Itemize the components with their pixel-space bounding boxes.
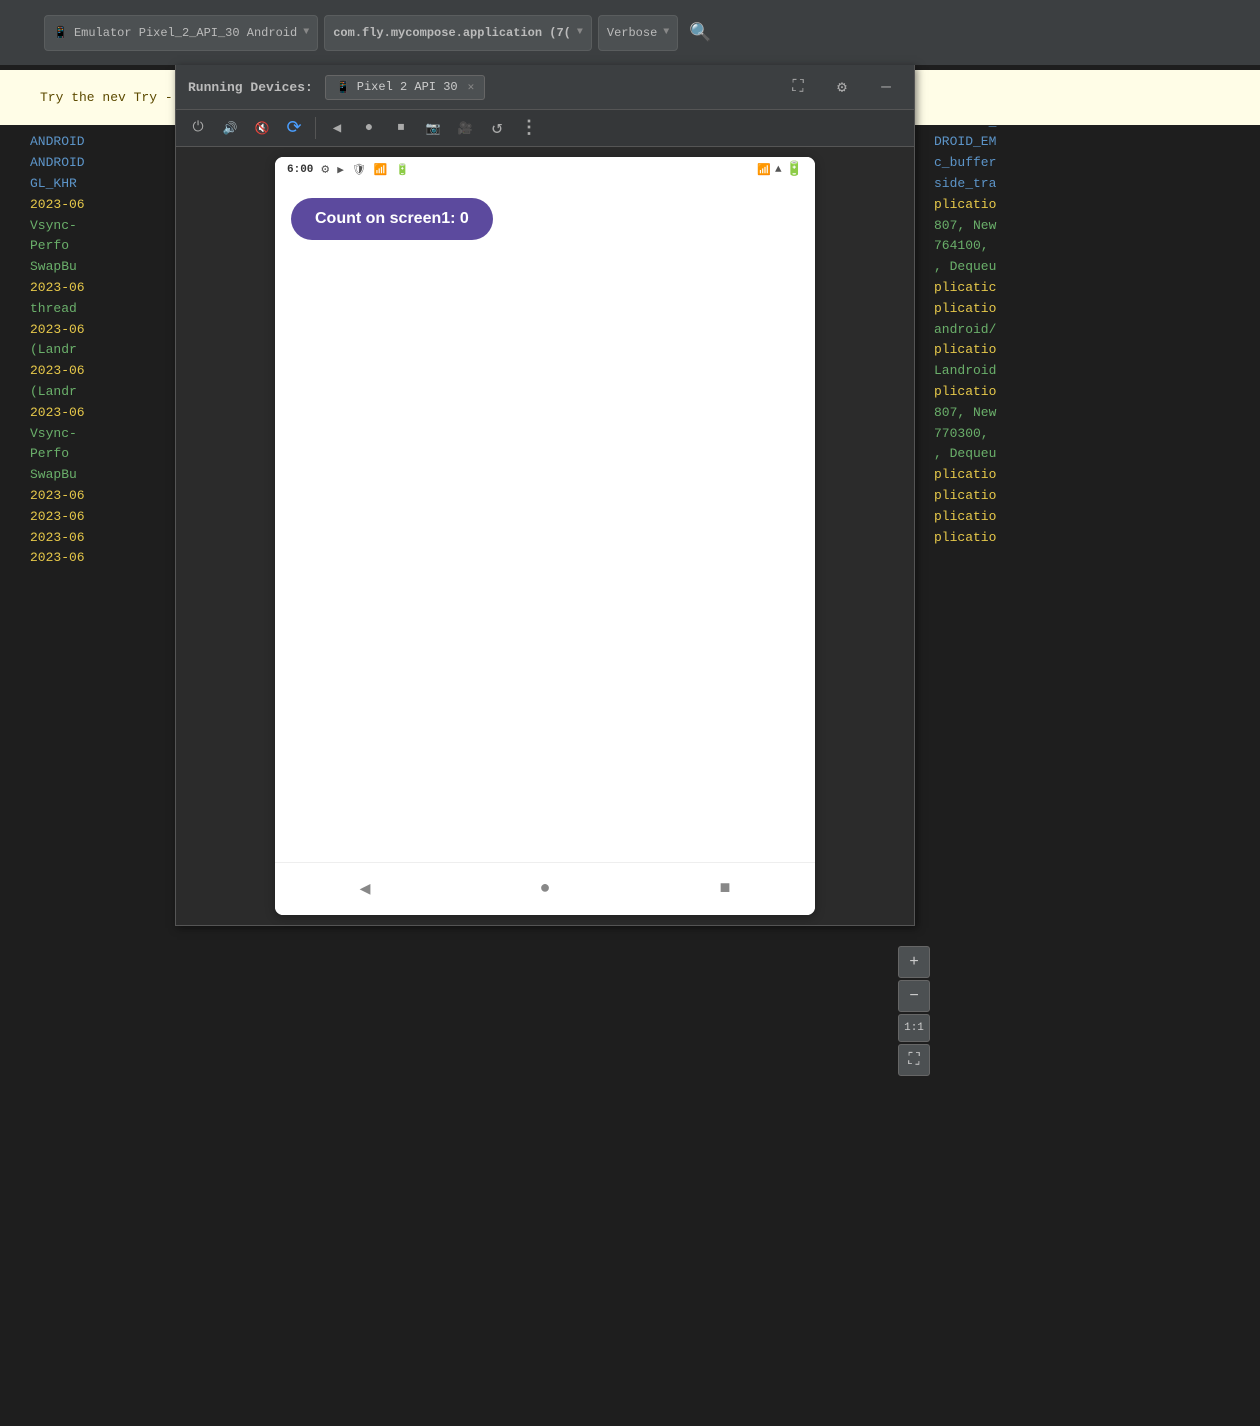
log-line: plicatio xyxy=(934,486,1260,507)
phone-settings-icon: ⚙ xyxy=(321,162,329,177)
log-line: ANDROID xyxy=(30,153,175,174)
log-line: 807, New xyxy=(934,216,1260,237)
running-devices-header: Running Devices: 📱 Pixel 2 API 30 ✕ ⛶ ⚙ … xyxy=(176,65,914,110)
record-btn[interactable]: 🎥 xyxy=(451,114,479,142)
log-background: 📱 Emulator Pixel_2_API_30 Android ▼ com.… xyxy=(0,0,1260,1426)
log-line: 2023-06 xyxy=(30,486,175,507)
log-line: plicatio xyxy=(934,528,1260,549)
power-btn[interactable]: ⏻ xyxy=(184,114,212,142)
log-line: Vsync- xyxy=(30,216,175,237)
log-line: plicatio xyxy=(934,382,1260,403)
log-line: (Landr xyxy=(30,340,175,361)
log-line: 2023-06 xyxy=(30,278,175,299)
device-dropdown[interactable]: 📱 Emulator Pixel_2_API_30 Android ▼ xyxy=(44,15,318,51)
log-line: 2023-06 xyxy=(30,548,175,569)
phone-time: 6:00 xyxy=(287,164,313,176)
fit-screen-btn[interactable]: ⛶ xyxy=(898,1044,930,1076)
log-line: SwapBu xyxy=(30,465,175,486)
top-toolbar: 📱 Emulator Pixel_2_API_30 Android ▼ com.… xyxy=(0,0,1260,65)
log-line: Vsync- xyxy=(30,424,175,445)
home-btn[interactable]: ● xyxy=(355,114,383,142)
running-devices-title: Running Devices: xyxy=(188,80,313,95)
log-line: 770300, xyxy=(934,424,1260,445)
log-line: , Dequeu xyxy=(934,444,1260,465)
expand-button[interactable]: ⛶ xyxy=(782,71,814,103)
log-line: Perfo xyxy=(30,444,175,465)
phone-content: Count on screen1: 0 xyxy=(275,182,815,862)
app-id-arrow: ▼ xyxy=(577,27,583,38)
log-line: Landroid xyxy=(934,361,1260,382)
count-button[interactable]: Count on screen1: 0 xyxy=(291,198,493,240)
zoom-controls: + − 1:1 ⛶ xyxy=(898,946,930,1076)
log-line: Perfo xyxy=(30,236,175,257)
log-line: 2023-06 xyxy=(30,195,175,216)
phone-status-bar: 6:00 ⚙ ▶ 🛡 📶 🔋 📶 ▲ 🔋 xyxy=(275,157,815,182)
app-id-dropdown[interactable]: com.fly.mycompose.application (7( ▼ xyxy=(324,15,592,51)
toolbar-sep-1 xyxy=(315,117,316,139)
search-button[interactable]: 🔍 xyxy=(684,17,716,49)
phone-bars-icon: ▲ xyxy=(775,164,782,176)
volume-up-btn[interactable]: 🔊 xyxy=(216,114,244,142)
log-line: plicatio xyxy=(934,507,1260,528)
log-line: thread xyxy=(30,299,175,320)
gear-button[interactable]: ⚙ xyxy=(826,71,858,103)
log-line: side_tra xyxy=(934,174,1260,195)
running-devices-panel: Running Devices: 📱 Pixel 2 API 30 ✕ ⛶ ⚙ … xyxy=(175,65,915,926)
phone-wifi-icon: 📶 xyxy=(374,163,388,177)
zoom-out-btn[interactable]: − xyxy=(898,980,930,1012)
log-line: plicatio xyxy=(934,195,1260,216)
phone-battery-icon: 🔋 xyxy=(786,161,803,178)
log-content-left: ANDROIDANDROIDANDROIDANDROIDANDROIDGL_KH… xyxy=(30,70,175,569)
device-tab[interactable]: 📱 Pixel 2 API 30 ✕ xyxy=(325,75,485,100)
log-line: 2023-06 xyxy=(30,320,175,341)
log-line: 2023-06 xyxy=(30,528,175,549)
log-line: ANDROID xyxy=(30,132,175,153)
log-line: c_buffer xyxy=(934,153,1260,174)
log-line: plicatio xyxy=(934,340,1260,361)
nav-home-btn[interactable]: ● xyxy=(529,873,561,905)
log-line: 2023-06 xyxy=(30,361,175,382)
phone-signal-icon: 📶 xyxy=(757,163,771,177)
log-line: 807, New xyxy=(934,403,1260,424)
reset-btn[interactable]: ↺ xyxy=(483,114,511,142)
phone-frame: 6:00 ⚙ ▶ 🛡 📶 🔋 📶 ▲ 🔋 Count o xyxy=(275,157,815,915)
phone-battery2-icon: 🔋 xyxy=(396,163,410,177)
phone-container: 6:00 ⚙ ▶ 🛡 📶 🔋 📶 ▲ 🔋 Count o xyxy=(176,147,914,925)
nav-back-btn[interactable]: ◀ xyxy=(349,873,381,905)
log-line: plicatio xyxy=(934,465,1260,486)
log-line: GL_KHR xyxy=(30,174,175,195)
screenshot-btn[interactable]: 📷 xyxy=(419,114,447,142)
log-line: SwapBu xyxy=(30,257,175,278)
nav-recents-btn[interactable]: ■ xyxy=(709,873,741,905)
back-btn[interactable]: ◀ xyxy=(323,114,351,142)
log-level-arrow: ▼ xyxy=(663,27,669,38)
zoom-in-btn[interactable]: + xyxy=(898,946,930,978)
rotate-device-btn[interactable]: ⟳ xyxy=(280,114,308,142)
more-options-btn[interactable]: ⋮ xyxy=(515,114,543,142)
log-line: 2023-06 xyxy=(30,507,175,528)
log-content-right: ANDROIDANDROID_EMANDROID_EMDROID_EMc_buf… xyxy=(930,70,1260,548)
device-tab-close[interactable]: ✕ xyxy=(468,80,475,94)
phone-shield-icon: 🛡 xyxy=(352,163,366,177)
log-line: plicatic xyxy=(934,278,1260,299)
recents-stop-btn[interactable]: ⏹ xyxy=(387,114,415,142)
device-dropdown-arrow: ▼ xyxy=(303,27,309,38)
log-level-dropdown[interactable]: Verbose ▼ xyxy=(598,15,678,51)
log-line: 764100, xyxy=(934,236,1260,257)
log-line: plicatio xyxy=(934,299,1260,320)
minimize-button[interactable]: — xyxy=(870,71,902,103)
volume-down-btn[interactable]: 🔇 xyxy=(248,114,276,142)
log-line: (Landr xyxy=(30,382,175,403)
log-line: android/ xyxy=(934,320,1260,341)
phone-play-icon: ▶ xyxy=(337,163,344,177)
device-toolbar: ⏻ 🔊 🔇 ⟳ ◀ ● ⏹ 📷 🎥 ↺ ⋮ xyxy=(176,110,914,147)
zoom-ratio-label[interactable]: 1:1 xyxy=(898,1014,930,1042)
log-line: , Dequeu xyxy=(934,257,1260,278)
log-line: DROID_EM xyxy=(934,132,1260,153)
phone-nav-bar: ◀ ● ■ xyxy=(275,862,815,915)
log-line: 2023-06 xyxy=(30,403,175,424)
